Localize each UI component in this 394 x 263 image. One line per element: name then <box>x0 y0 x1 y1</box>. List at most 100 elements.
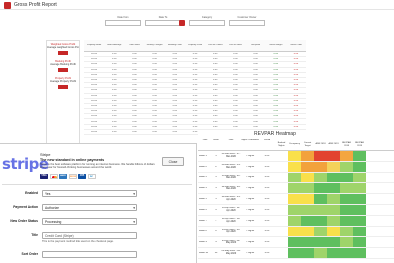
close-button[interactable]: Close <box>162 157 184 166</box>
table-cell: 0.00 <box>273 63 279 66</box>
date-range: 01-Mar-2020 - 07-Mar-2020 <box>221 153 241 158</box>
heat-cell <box>288 248 301 258</box>
column-header: Gross Profit <box>290 44 302 47</box>
week-label: Week 7 <box>199 219 207 222</box>
column-header: Gross Margin <box>269 44 283 47</box>
week-label: Week 1 <box>199 154 207 157</box>
table-cell: 0.00 <box>172 73 178 76</box>
week-label: Week 10 <box>199 252 209 255</box>
discover-card-icon: DISCOVER <box>68 174 77 179</box>
table-cell: 0.00 <box>293 120 299 123</box>
table-cell: 0.00 <box>112 73 117 76</box>
date-range: 03-May-2020 - 09-May-2020 <box>221 250 241 256</box>
profit-grid: Property name Num Bookings Total Sales Week… <box>84 40 306 135</box>
table-cell: 0.00 <box>253 104 258 107</box>
table-cell: 0.00 <box>132 68 137 71</box>
column-header: Cost for Owner <box>207 44 223 47</box>
heat-cell <box>314 237 327 248</box>
filter-input[interactable] <box>105 20 141 26</box>
panel-tagline: The new standard in online payments <box>40 158 105 162</box>
table-cell: 0.00 <box>212 89 218 92</box>
enabled-select[interactable]: Yes ▾ <box>42 190 137 197</box>
heat-cell <box>288 204 301 215</box>
table-cell: 0.00 <box>172 104 178 107</box>
table-cell: 0.00 <box>192 63 198 66</box>
panel-heading: Stripe <box>40 152 51 157</box>
table-cell: 0.00 <box>273 99 279 102</box>
table-cell: 0.00 <box>192 104 198 107</box>
filter-input[interactable] <box>145 20 181 26</box>
table-cell: 0.00 <box>192 120 198 123</box>
heat-cell <box>340 248 353 258</box>
summary-value: Average Property Profit <box>50 80 76 83</box>
summary-value: Average weighted Gross Profit <box>47 46 79 49</box>
table-cell: 0.00 <box>192 89 198 92</box>
table-cell: 26.08 <box>91 94 97 97</box>
table-cell: 0.00 <box>152 110 157 113</box>
table-cell: 26.08 <box>91 115 97 118</box>
heat-cell <box>340 215 353 226</box>
table-cell: 0.00 <box>273 84 279 87</box>
visa-card-icon: VISA <box>40 174 48 179</box>
sort-order-input[interactable] <box>42 251 137 258</box>
table-cell: 0.00 <box>253 68 258 71</box>
table-cell: 0.00 <box>253 115 258 118</box>
table-cell: 0.00 <box>112 130 117 133</box>
table-cell: 0.00 <box>212 99 218 102</box>
table-cell: 0.00 <box>233 120 238 123</box>
heat-cell <box>314 172 327 183</box>
week-number: 10 <box>214 252 218 255</box>
table-cell: 0.00 <box>152 89 157 92</box>
table-cell: 0.00 <box>152 84 157 87</box>
heat-cell <box>288 215 301 226</box>
heatmap-column-header: ADR 2018 <box>315 143 326 146</box>
period-value: 0.00 <box>264 176 270 179</box>
period-value: 0.00 <box>264 252 270 255</box>
summary-button[interactable] <box>58 85 68 89</box>
table-cell: 0.00 <box>132 94 137 97</box>
payment-action-select[interactable]: Authorize ▾ <box>42 204 137 211</box>
table-cell: 0.00 <box>192 58 198 61</box>
table-cell: 0.00 <box>132 63 137 66</box>
booked-nights <box>275 151 288 161</box>
heat-cell <box>327 172 340 183</box>
new-order-status-select[interactable]: Processing ▾ <box>42 218 137 225</box>
summary-button[interactable] <box>58 68 68 72</box>
table-cell: 0.00 <box>152 125 157 128</box>
table-cell: 0.00 <box>112 84 117 87</box>
filter-input[interactable] <box>189 20 225 26</box>
period-value: 0.00 <box>264 230 270 233</box>
table-cell: 0.00 <box>253 73 258 76</box>
table-cell: 0.00 <box>192 53 198 56</box>
search-button[interactable] <box>179 20 185 26</box>
heat-cell <box>353 194 366 204</box>
heat-cell <box>353 215 366 226</box>
revpar-heatmap: REVPAR Heatmap Date Week Date Nights Commit… <box>198 130 394 263</box>
heatmap-column-header: Current Target <box>303 141 312 147</box>
enabled-row: Enabled Yes ▾ <box>0 190 197 200</box>
heatmap-table: Date Week Date Nights Committed Period Booked… <box>198 139 394 259</box>
heatmap-title: REVPAR Heatmap <box>254 131 296 137</box>
heat-cell <box>353 226 366 237</box>
heat-cell <box>353 204 366 215</box>
table-cell: 0.00 <box>233 94 238 97</box>
table-cell: 0.00 <box>212 120 218 123</box>
mastercard-card-icon <box>49 174 58 179</box>
booked-nights <box>275 216 288 226</box>
table-cell: 0.00 <box>152 73 157 76</box>
filter-input[interactable] <box>229 20 265 26</box>
date-range: 26-Apr-2020 - 02-May-2020 <box>221 239 241 245</box>
date-range: 12-Apr-2020 - 18-Apr-2020 <box>221 218 241 223</box>
week-number: 5 <box>215 198 217 201</box>
table-cell: 26.08 <box>91 104 97 107</box>
week-number: 9 <box>215 241 217 244</box>
title-input[interactable]: Credit Card (Stripe) <box>42 232 137 239</box>
heatmap-column-header: REVPAR 2019 <box>355 141 364 147</box>
heat-cell <box>301 248 314 258</box>
heat-cell <box>301 194 314 204</box>
heat-cell <box>314 161 327 172</box>
summary-button[interactable] <box>58 51 68 55</box>
heat-cell <box>340 151 353 161</box>
date-range: 08-Mar-2020 - 14-Mar-2020 <box>221 164 241 169</box>
panel-description: Stripe is the best software platform for… <box>40 163 155 170</box>
